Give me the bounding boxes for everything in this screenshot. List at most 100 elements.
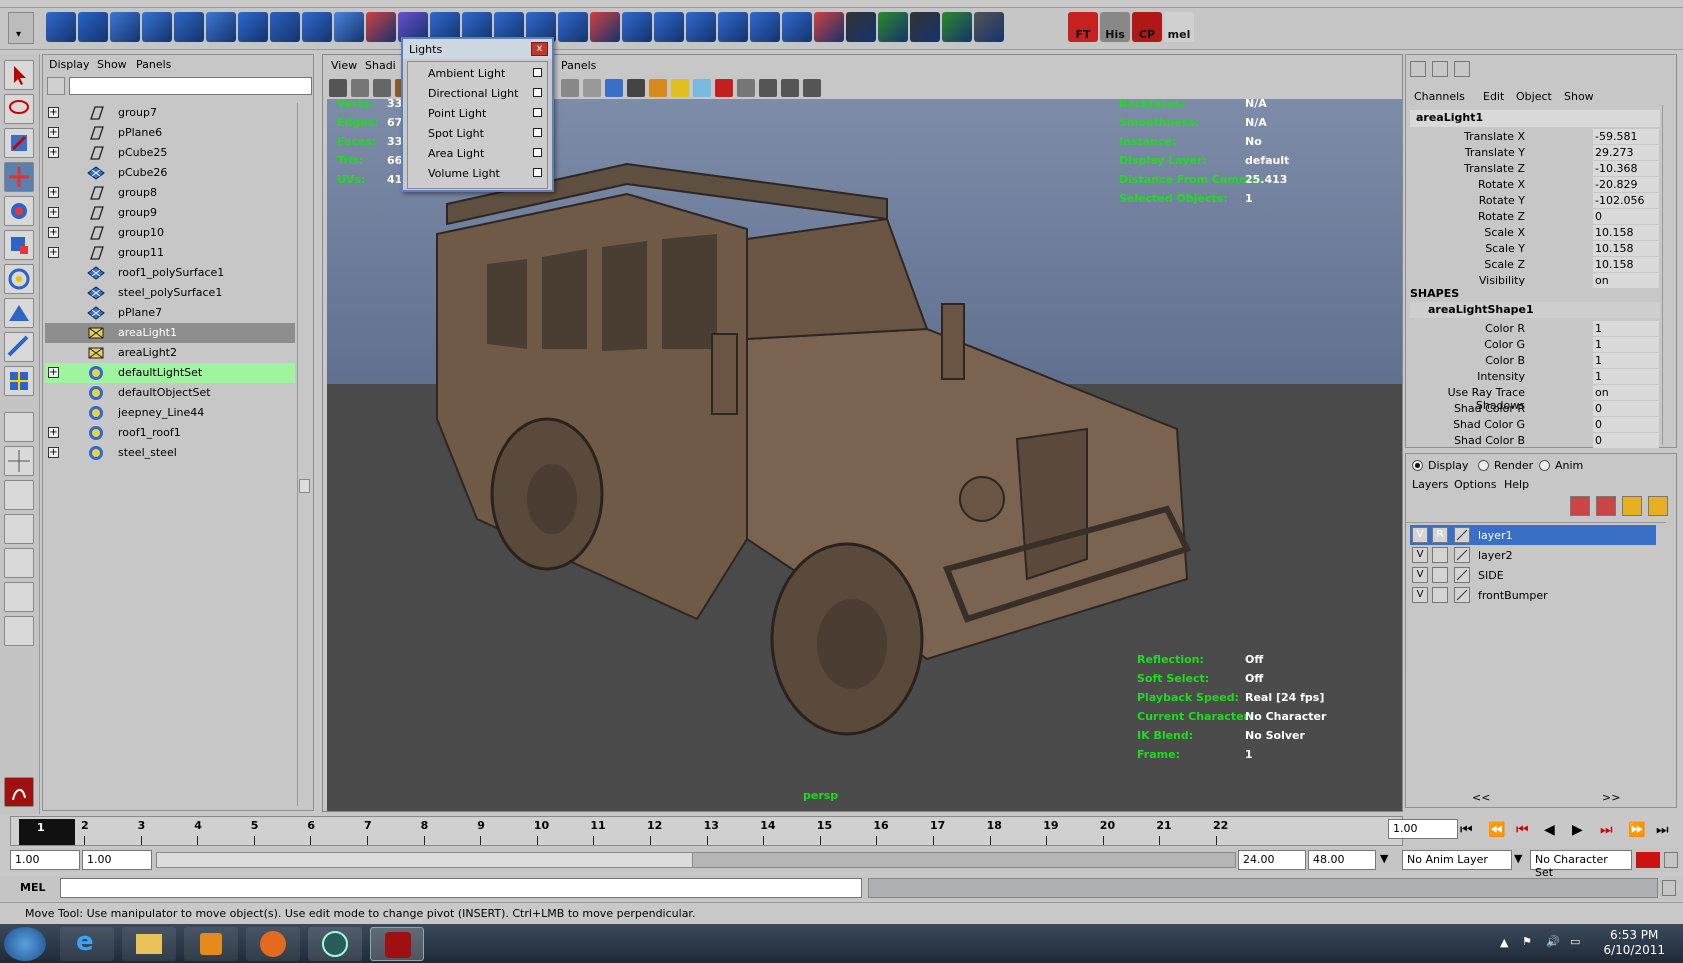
layer-color-swatch[interactable] xyxy=(1454,547,1470,563)
shelf-button-his[interactable]: His xyxy=(1100,12,1130,42)
attribute-editor-icon[interactable] xyxy=(1454,61,1470,77)
channel-attribute-row[interactable]: Scale X 10.158 xyxy=(1406,225,1660,241)
channel-attribute-value[interactable]: 0 xyxy=(1593,417,1659,432)
channel-attribute-row[interactable]: Rotate Y -102.056 xyxy=(1406,193,1660,209)
expand-icon[interactable]: + xyxy=(48,147,59,158)
layers-nav-right[interactable]: >> xyxy=(1602,791,1620,804)
outliner-filter-icon[interactable] xyxy=(47,77,65,95)
option-box-icon[interactable] xyxy=(533,148,542,157)
viewport-toolbar-icon[interactable] xyxy=(649,79,667,97)
channel-attribute-value[interactable]: 0 xyxy=(1593,433,1659,448)
channel-attribute-value[interactable]: on xyxy=(1593,385,1659,400)
layer-reference-toggle[interactable] xyxy=(1432,567,1448,583)
outliner-scrollbar[interactable] xyxy=(297,103,311,806)
channel-attribute-value[interactable]: on xyxy=(1593,273,1659,288)
layer-visibility-toggle[interactable]: V xyxy=(1412,567,1428,583)
layer-row[interactable]: VfrontBumper xyxy=(1410,585,1656,605)
shelf-tool-icon[interactable] xyxy=(878,12,908,42)
expand-icon[interactable]: + xyxy=(48,107,59,118)
persp-outliner-layout-icon[interactable] xyxy=(4,480,34,510)
viewport-toolbar-icon[interactable] xyxy=(803,79,821,97)
layer-row[interactable]: V SIDE xyxy=(1410,565,1656,585)
layer-visibility-toggle[interactable]: V xyxy=(1412,547,1428,563)
internet-explorer-icon[interactable]: e xyxy=(60,927,114,961)
outliner-search-input[interactable] xyxy=(69,77,312,95)
viewport-menu-panels[interactable]: Panels xyxy=(561,59,596,72)
shelf-tool-icon[interactable] xyxy=(974,12,1004,42)
outliner-item[interactable]: pCube26 xyxy=(45,163,295,183)
viewport-menu-shading[interactable]: Shadi xyxy=(365,59,396,72)
lights-menu-item[interactable]: Ambient Light xyxy=(408,63,547,83)
outliner-item[interactable]: + group11 xyxy=(45,243,295,263)
time-slider[interactable]: 1 2 3 4 5 6 7 8 9 10 11 12 13 14 15 16 17 18 19 20 21 22 xyxy=(10,816,1403,846)
action-center-flag-icon[interactable]: ⚑ xyxy=(1522,935,1532,948)
current-time-field[interactable]: 1.00 xyxy=(1388,819,1458,839)
lights-menu-item[interactable]: Volume Light xyxy=(408,163,547,183)
layers-menu-options[interactable]: Options xyxy=(1454,478,1496,491)
channel-attribute-value[interactable]: 10.158 xyxy=(1593,257,1659,272)
universal-manip-icon[interactable] xyxy=(4,264,34,294)
channel-attribute-row[interactable]: Intensity 1 xyxy=(1406,369,1660,385)
outliner-item[interactable]: steel_polySurface1 xyxy=(45,283,295,303)
close-icon[interactable]: x xyxy=(531,42,548,56)
play-backward-icon[interactable]: ◀ xyxy=(1544,822,1555,838)
last-tool-icon[interactable] xyxy=(4,366,34,396)
outliner-scroll-thumb[interactable] xyxy=(299,479,310,493)
channel-attribute-row[interactable]: Translate Z -10.368 xyxy=(1406,161,1660,177)
shelf-tool-icon[interactable] xyxy=(558,12,588,42)
shelf-tool-icon[interactable] xyxy=(302,12,332,42)
shelf-tool-icon[interactable] xyxy=(910,12,940,42)
channel-attribute-value[interactable]: -102.056 xyxy=(1593,193,1659,208)
channel-menu-object[interactable]: Object xyxy=(1516,90,1552,103)
shelf-tool-icon[interactable] xyxy=(686,12,716,42)
lights-menu-item[interactable]: Area Light xyxy=(408,143,547,163)
shelf-tool-icon[interactable] xyxy=(846,12,876,42)
layer-reference-toggle[interactable] xyxy=(1432,587,1448,603)
outliner-item[interactable]: + group10 xyxy=(45,223,295,243)
outliner-item[interactable]: + group8 xyxy=(45,183,295,203)
chevron-down-icon[interactable]: ▼ xyxy=(1380,852,1388,865)
expand-icon[interactable]: + xyxy=(48,187,59,198)
viewport-toolbar-icon[interactable] xyxy=(373,79,391,97)
outliner-item[interactable]: jeepney_Line44 xyxy=(45,403,295,423)
chevron-down-icon[interactable]: ▼ xyxy=(1514,852,1522,865)
layer-reference-toggle[interactable]: R xyxy=(1432,527,1448,543)
next-key-icon[interactable]: ⏭ xyxy=(1600,822,1613,838)
viewport-toolbar-icon[interactable] xyxy=(583,79,601,97)
viewport-toolbar-icon[interactable] xyxy=(561,79,579,97)
outliner-item[interactable]: areaLight2 xyxy=(45,343,295,363)
channel-attribute-value[interactable]: -59.581 xyxy=(1593,129,1659,144)
layers-menu-help[interactable]: Help xyxy=(1504,478,1529,491)
outliner-item[interactable]: defaultObjectSet xyxy=(45,383,295,403)
four-pane-layout-icon[interactable] xyxy=(4,446,34,476)
viewport-toolbar-icon[interactable] xyxy=(737,79,755,97)
new-layer-icon[interactable] xyxy=(1570,496,1590,516)
layer-reference-toggle[interactable] xyxy=(1432,547,1448,563)
outliner-item[interactable]: areaLight1 xyxy=(45,323,295,343)
anim-mode-radio[interactable] xyxy=(1539,460,1550,471)
lasso-tool-icon[interactable] xyxy=(4,94,34,124)
channel-attribute-row[interactable]: Scale Y 10.158 xyxy=(1406,241,1660,257)
shelf-tool-icon[interactable] xyxy=(238,12,268,42)
channel-attribute-row[interactable]: Shad Color B 0 xyxy=(1406,433,1660,449)
expand-icon[interactable]: + xyxy=(48,367,59,378)
shelf-tool-icon[interactable] xyxy=(750,12,780,42)
rotate-tool-icon[interactable] xyxy=(4,196,34,226)
shelf-tool-icon[interactable] xyxy=(270,12,300,42)
paint-select-tool-icon[interactable] xyxy=(4,128,34,158)
outliner-item[interactable]: + defaultLightSet xyxy=(45,363,295,383)
outliner-item[interactable]: roof1_polySurface1 xyxy=(45,263,295,283)
expand-icon[interactable]: + xyxy=(48,447,59,458)
option-box-icon[interactable] xyxy=(533,68,542,77)
option-box-icon[interactable] xyxy=(533,88,542,97)
shelf-button-ft[interactable]: FT xyxy=(1068,12,1098,42)
outliner-item[interactable]: + pPlane6 xyxy=(45,123,295,143)
two-pane-layout-icon[interactable] xyxy=(4,582,34,612)
lights-menu-item[interactable]: Spot Light xyxy=(408,123,547,143)
shelf-tool-icon[interactable] xyxy=(78,12,108,42)
system-clock[interactable]: 6:53 PM 6/10/2011 xyxy=(1603,928,1665,958)
current-frame-marker[interactable]: 1 xyxy=(19,819,75,845)
expand-icon[interactable]: + xyxy=(48,427,59,438)
viewport-menu-view[interactable]: View xyxy=(331,59,357,72)
step-forward-icon[interactable]: ⏩ xyxy=(1628,822,1645,838)
